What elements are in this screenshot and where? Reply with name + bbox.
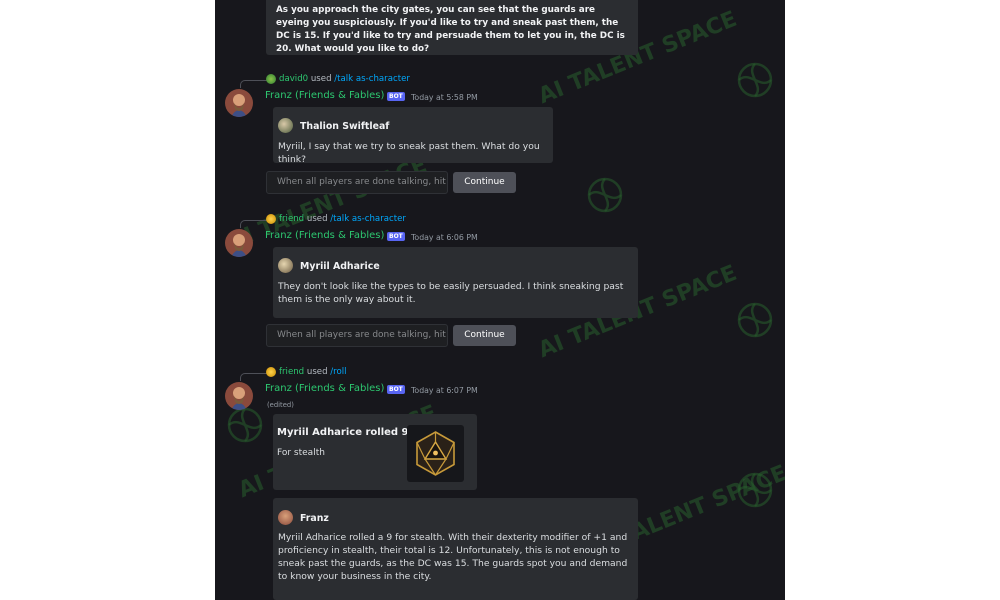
- reply-used: used: [306, 214, 328, 224]
- reply-username[interactable]: friend: [279, 367, 304, 377]
- chat-channel: AI TALENT SPACE AI TALENT SPACE AI TALEN…: [215, 0, 785, 600]
- author-name[interactable]: Franz (Friends & Fables): [265, 90, 384, 101]
- reply-command[interactable]: /roll: [330, 367, 346, 377]
- avatar[interactable]: [225, 382, 253, 410]
- watermark-logo-icon: [737, 472, 773, 508]
- reply-connector: [240, 80, 267, 88]
- character-name: Thalion Swiftleaf: [300, 121, 390, 132]
- reply-username[interactable]: david0: [279, 74, 308, 84]
- reply-used: used: [306, 367, 328, 377]
- character-text: Myriil, I say that we try to sneak past …: [278, 141, 540, 165]
- character-avatar: [278, 258, 293, 273]
- roll-subtitle: For stealth: [277, 448, 325, 458]
- character-embed: Thalion Swiftleaf Myriil, I say that we …: [273, 107, 553, 165]
- avatar[interactable]: [225, 229, 253, 257]
- user-avatar-icon: [266, 367, 276, 377]
- talk-input[interactable]: When all players are done talking, hit: [266, 171, 448, 194]
- dice-image: [407, 425, 464, 482]
- franz-name: Franz: [300, 513, 329, 524]
- edited-label: (edited): [267, 401, 294, 409]
- character-embed: Myriil Adharice They don't look like the…: [273, 247, 638, 318]
- franz-embed: Franz Myriil Adharice rolled a 9 for ste…: [273, 498, 638, 600]
- bot-badge: BOT: [387, 232, 405, 241]
- reply-username[interactable]: friend: [279, 214, 304, 224]
- character-avatar: [278, 118, 293, 133]
- reply-command[interactable]: /talk as-character: [334, 74, 410, 84]
- avatar[interactable]: [225, 89, 253, 117]
- reply-connector: [240, 220, 267, 228]
- reply-connector: [240, 373, 267, 381]
- wizard-avatar-icon: [225, 89, 253, 117]
- command-reply-line: david0 used /talk as-character: [279, 74, 410, 84]
- watermark-logo-icon: [587, 177, 623, 213]
- character-text: They don't look like the types to be eas…: [278, 281, 624, 305]
- roll-embed: Myriil Adharice rolled 9! For stealth: [273, 414, 477, 490]
- character-name: Myriil Adharice: [300, 261, 380, 272]
- scene-embed-text: As you approach the city gates, you can …: [276, 5, 625, 54]
- franz-text: Myriil Adharice rolled a 9 for stealth. …: [278, 532, 628, 582]
- continue-button[interactable]: Continue: [453, 172, 516, 193]
- command-reply-line: friend used /talk as-character: [279, 214, 406, 224]
- watermark-logo-icon: [737, 302, 773, 338]
- command-reply-line: friend used /roll: [279, 367, 347, 377]
- wizard-avatar-icon: [225, 229, 253, 257]
- watermark-logo-icon: [737, 62, 773, 98]
- wizard-avatar-icon: [225, 382, 253, 410]
- talk-input[interactable]: When all players are done talking, hit: [266, 324, 448, 347]
- continue-button[interactable]: Continue: [453, 325, 516, 346]
- d20-dice-icon: [416, 431, 455, 476]
- reply-used: used: [310, 74, 332, 84]
- watermark-logo-icon: [227, 407, 263, 443]
- bot-badge: BOT: [387, 92, 405, 101]
- bot-badge: BOT: [387, 385, 405, 394]
- scene-embed: As you approach the city gates, you can …: [266, 0, 638, 55]
- timestamp: Today at 6:06 PM: [411, 233, 478, 242]
- user-avatar-icon: [266, 214, 276, 224]
- author-name[interactable]: Franz (Friends & Fables): [265, 383, 384, 394]
- author-name[interactable]: Franz (Friends & Fables): [265, 230, 384, 241]
- timestamp: Today at 5:58 PM: [411, 93, 478, 102]
- reply-command[interactable]: /talk as-character: [330, 214, 406, 224]
- user-avatar-icon: [266, 74, 276, 84]
- franz-avatar: [278, 510, 293, 525]
- timestamp: Today at 6:07 PM: [411, 386, 478, 395]
- roll-title: Myriil Adharice rolled 9!: [277, 427, 414, 438]
